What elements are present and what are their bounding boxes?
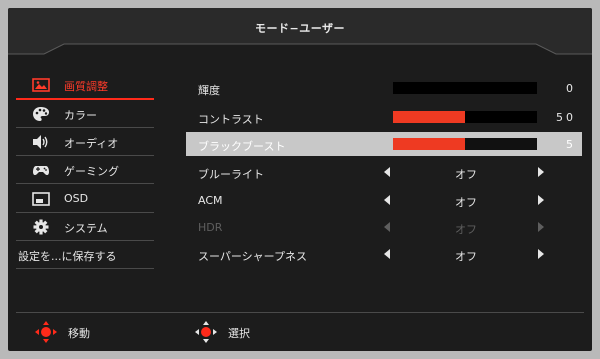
setting-label: ブルーライト — [198, 168, 264, 181]
sidebar-item-system[interactable]: システム — [16, 214, 154, 241]
header: モード−ユーザー — [8, 8, 592, 56]
setting-label: ACM — [198, 194, 223, 207]
sidebar-item-label: システム — [64, 222, 108, 235]
picture-icon — [32, 77, 50, 93]
left-arrow-icon[interactable] — [384, 249, 390, 259]
dpad-move-icon — [34, 320, 58, 344]
sidebar-item-label: ゲーミング — [64, 165, 119, 178]
select-label: 選択 — [228, 327, 250, 340]
setting-label: コントラスト — [198, 113, 264, 126]
speaker-icon — [32, 134, 50, 150]
slider-fill — [393, 138, 465, 150]
right-arrow-icon — [538, 222, 544, 232]
setting-hdr: HDR オフ — [186, 215, 582, 239]
sidebar-item-audio[interactable]: オーディオ — [16, 129, 154, 156]
gear-icon — [32, 219, 50, 235]
left-arrow-icon[interactable] — [384, 167, 390, 177]
setting-label: スーパーシャープネス — [198, 250, 308, 263]
contrast-slider[interactable] — [393, 111, 537, 123]
sidebar-item-label: OSD — [64, 192, 89, 205]
setting-label: ブラックブースト — [198, 140, 286, 153]
gamepad-icon — [32, 162, 50, 178]
black-boost-slider[interactable] — [393, 138, 537, 150]
setting-value: 50 — [556, 111, 576, 124]
move-label: 移動 — [68, 327, 90, 340]
right-arrow-icon[interactable] — [538, 249, 544, 259]
dpad-select-icon — [194, 320, 218, 344]
setting-value: 0 — [566, 82, 576, 95]
setting-acm[interactable]: ACM オフ — [186, 188, 582, 212]
sidebar-item-label: 設定を...に保存する — [18, 250, 117, 263]
setting-label: 輝度 — [198, 84, 220, 97]
sidebar-item-picture[interactable]: 画質調整 — [16, 72, 154, 100]
sidebar-item-osd[interactable]: OSD — [16, 186, 154, 213]
osd-menu: モード−ユーザー 画質調整 カラー オーディオ ゲーミング OSD システム 設… — [8, 8, 592, 351]
setting-value: 5 — [566, 138, 576, 151]
setting-value: オフ — [455, 250, 477, 263]
sidebar-item-gaming[interactable]: ゲーミング — [16, 157, 154, 184]
sidebar-item-label: オーディオ — [64, 137, 119, 150]
sidebar-item-label: カラー — [64, 109, 97, 122]
setting-contrast[interactable]: コントラスト 50 — [186, 105, 582, 129]
setting-value: オフ — [455, 223, 477, 236]
right-arrow-icon[interactable] — [538, 195, 544, 205]
setting-label: HDR — [198, 221, 223, 234]
setting-blue-light[interactable]: ブルーライト オフ — [186, 160, 582, 184]
left-arrow-icon[interactable] — [384, 195, 390, 205]
sidebar-item-color[interactable]: カラー — [16, 101, 154, 128]
setting-value: オフ — [455, 196, 477, 209]
right-arrow-icon[interactable] — [538, 167, 544, 177]
osd-window-icon — [32, 191, 50, 207]
left-arrow-icon — [384, 222, 390, 232]
setting-super-sharpness[interactable]: スーパーシャープネス オフ — [186, 242, 582, 266]
palette-icon — [32, 106, 50, 122]
sidebar-item-label: 画質調整 — [64, 80, 108, 93]
setting-value: オフ — [455, 168, 477, 181]
sidebar-item-save-settings[interactable]: 設定を...に保存する — [16, 242, 154, 269]
footer-divider — [16, 312, 584, 313]
brightness-slider[interactable] — [393, 82, 537, 94]
setting-black-boost[interactable]: ブラックブースト 5 — [186, 132, 582, 156]
slider-fill — [393, 111, 465, 123]
page-title: モード−ユーザー — [255, 22, 345, 35]
setting-brightness[interactable]: 輝度 0 — [186, 76, 582, 100]
